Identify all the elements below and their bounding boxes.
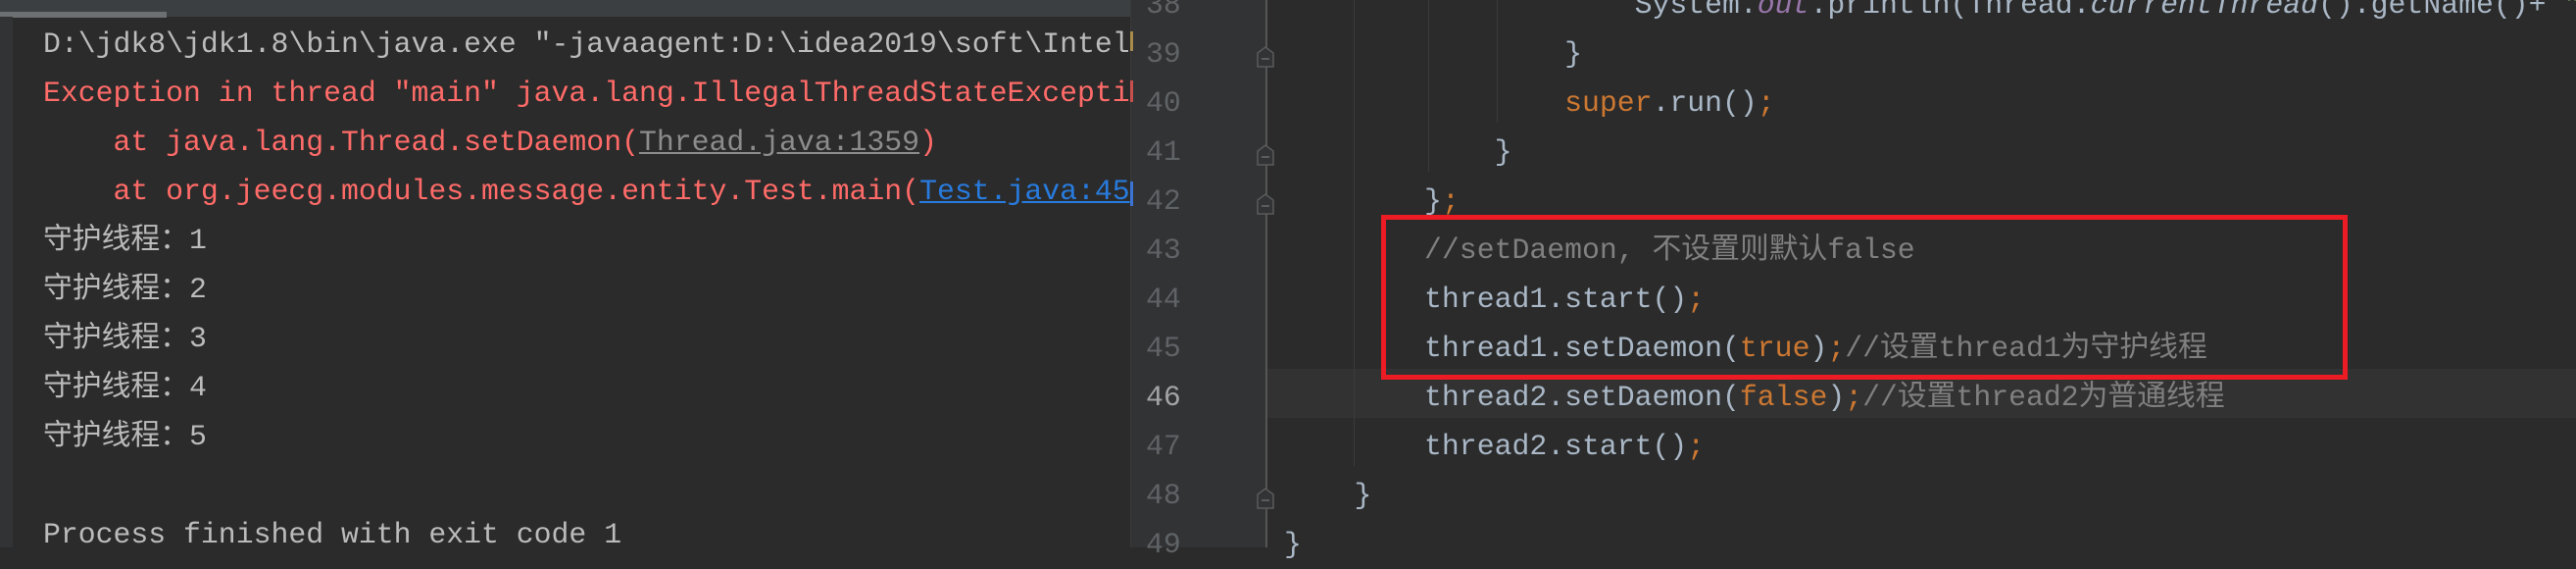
- code-line[interactable]: }: [1284, 29, 1582, 78]
- code-token-field: out: [1757, 0, 1810, 22]
- change-marker-error[interactable]: [1130, 80, 1133, 102]
- console-line: Process finished with exit code 1: [43, 510, 621, 547]
- console-line: at org.jeecg.modules.message.entity.Test…: [43, 167, 1130, 216]
- code-token-plain: System.: [1284, 0, 1758, 22]
- line-number[interactable]: 41: [1146, 128, 1181, 177]
- code-token-plain: }: [1284, 37, 1582, 71]
- code-token-string: ": [2563, 0, 2576, 22]
- console-text: at org.jeecg.modules.message.entity.Test…: [43, 175, 920, 208]
- code-line[interactable]: }: [1284, 471, 1372, 520]
- code-token-plain: ): [1827, 381, 1846, 414]
- code-line[interactable]: System.out.println(Thread.currentThread(…: [1284, 0, 2576, 29]
- annotation-highlight-box: [1381, 215, 2348, 380]
- fold-collapse-icon[interactable]: [1257, 485, 1274, 509]
- console-text: Exception in thread "main" java.lang.Ill…: [43, 77, 1130, 110]
- console-text: Process finished with exit code 1: [43, 518, 622, 547]
- change-marker-added[interactable]: [1130, 181, 1133, 206]
- line-number[interactable]: 46: [1146, 373, 1181, 422]
- fold-guide-line: [1265, 0, 1267, 547]
- console-line: D:\jdk8\jdk1.8\bin\java.exe "-javaagent:…: [43, 20, 1130, 69]
- console-text: 守护线程：1: [43, 224, 207, 257]
- code-token-italic: currentThread: [2090, 0, 2319, 22]
- fold-collapse-icon[interactable]: [1257, 190, 1274, 215]
- line-number[interactable]: 44: [1146, 275, 1181, 324]
- console-text: 守护线程：2: [43, 273, 207, 306]
- console-text: 守护线程：3: [43, 322, 207, 355]
- code-line[interactable]: }: [1284, 128, 1512, 177]
- console-line: 守护线程：2: [43, 265, 207, 314]
- line-number[interactable]: 40: [1146, 78, 1181, 128]
- line-number[interactable]: 43: [1146, 226, 1181, 275]
- console-text: D:\jdk8\jdk1.8\bin\java.exe "-javaagent:…: [43, 27, 1130, 61]
- line-number[interactable]: 48: [1146, 471, 1181, 520]
- horizontal-scrollbar[interactable]: [0, 12, 167, 18]
- code-token-keyword: ;: [1687, 430, 1706, 463]
- line-number[interactable]: 47: [1146, 422, 1181, 471]
- code-token-plain: }: [1284, 479, 1372, 512]
- console-line: 守护线程：1: [43, 216, 207, 265]
- code-line[interactable]: }: [1284, 520, 1302, 569]
- code-line[interactable]: thread2.setDaemon(false);//设置thread2为普通线…: [1284, 373, 2225, 422]
- console-text: ): [919, 126, 937, 159]
- code-token-plain: .println(Thread.: [1809, 0, 2091, 22]
- console-line: 守护线程：4: [43, 363, 207, 412]
- line-number[interactable]: 49: [1146, 520, 1181, 569]
- code-token-plain: thread2.setDaemon(: [1284, 381, 1740, 414]
- line-number[interactable]: 39: [1146, 29, 1181, 78]
- run-console: D:\jdk8\jdk1.8\bin\java.exe "-javaagent:…: [0, 0, 1130, 547]
- stacktrace-link[interactable]: Thread.java:1359: [639, 126, 919, 159]
- change-marker-modified[interactable]: [1130, 31, 1133, 51]
- console-text: 守护线程：4: [43, 371, 207, 404]
- console-line: at java.lang.Thread.setDaemon(Thread.jav…: [43, 118, 937, 167]
- code-token-plain: ().getName()+: [2318, 0, 2564, 22]
- console-line: Exception in thread "main" java.lang.Ill…: [43, 69, 1130, 118]
- code-token-plain: }: [1284, 135, 1512, 169]
- fold-collapse-icon[interactable]: [1257, 141, 1274, 166]
- fold-collapse-icon[interactable]: [1257, 43, 1274, 68]
- code-line[interactable]: thread2.start();: [1284, 422, 1705, 471]
- code-token-comment: //设置thread2为普通线程: [1862, 381, 2225, 414]
- code-token-keyword: super: [1564, 86, 1653, 120]
- code-token-keyword: false: [1739, 381, 1828, 414]
- code-token-plain: }: [1284, 528, 1302, 561]
- code-token-plain: thread2.start(): [1284, 430, 1688, 463]
- console-text: at java.lang.Thread.setDaemon(: [43, 126, 639, 159]
- code-token-keyword: ;: [1845, 381, 1863, 414]
- code-token-plain: }: [1284, 184, 1442, 218]
- code-token-plain: .run(): [1652, 86, 1758, 120]
- code-token-keyword: ;: [1441, 184, 1460, 218]
- line-number[interactable]: 42: [1146, 177, 1181, 226]
- console-gutter: [0, 17, 13, 547]
- console-line: 守护线程：3: [43, 314, 207, 363]
- code-token-keyword: ;: [1757, 86, 1775, 120]
- console-line: 守护线程：5: [43, 412, 207, 461]
- console-text: 守护线程：5: [43, 420, 207, 453]
- console-toolbar: [0, 0, 1130, 17]
- line-number[interactable]: 45: [1146, 324, 1181, 373]
- stacktrace-link[interactable]: Test.java:45: [919, 175, 1130, 208]
- line-number[interactable]: 38: [1146, 0, 1181, 29]
- code-line[interactable]: super.run();: [1284, 78, 1775, 128]
